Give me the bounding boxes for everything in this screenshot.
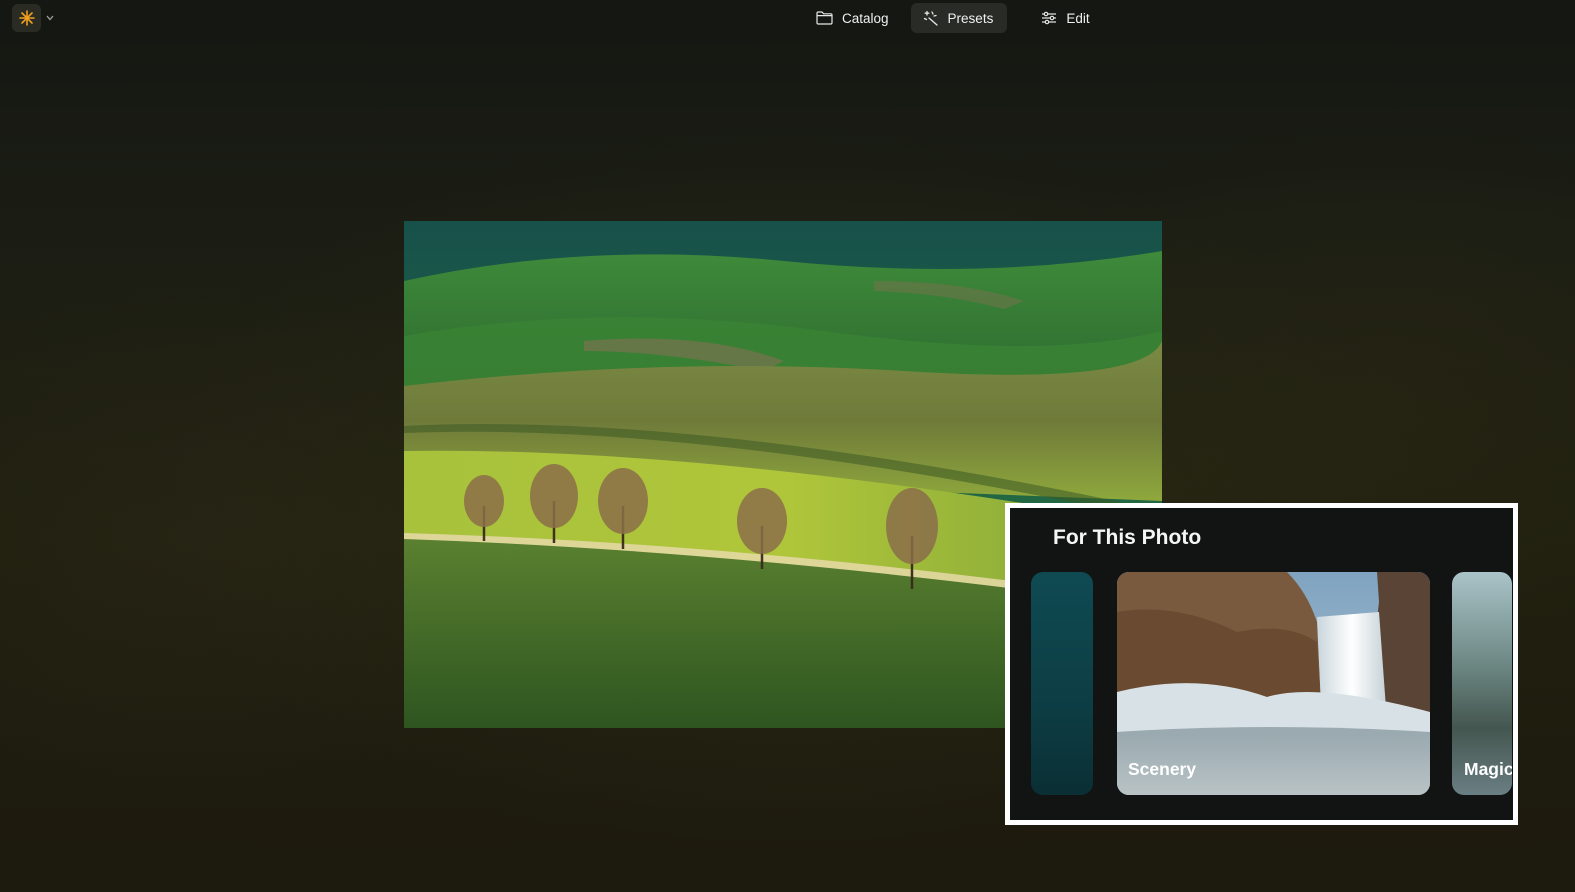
top-bar: Catalog Presets Edit xyxy=(0,0,1575,38)
tab-presets[interactable]: Presets xyxy=(910,3,1008,33)
app-menu-button[interactable] xyxy=(12,4,58,32)
tab-presets-label: Presets xyxy=(947,10,994,26)
tab-catalog-label: Catalog xyxy=(842,10,889,26)
tab-catalog[interactable]: Catalog xyxy=(804,3,903,33)
chevron-down-icon xyxy=(45,13,55,23)
preset-card-previous[interactable] xyxy=(1031,572,1093,795)
preset-card-scenery[interactable]: Scenery xyxy=(1117,572,1430,795)
tab-edit-label: Edit xyxy=(1066,10,1090,26)
preset-card-label: Scenery xyxy=(1128,759,1197,779)
preset-card-magic[interactable]: Magic xyxy=(1452,572,1512,795)
panel-title: For This Photo xyxy=(1053,526,1202,549)
main-nav: Catalog Presets Edit xyxy=(804,3,1104,33)
sliders-icon xyxy=(1041,11,1057,25)
tab-edit[interactable]: Edit xyxy=(1029,3,1103,33)
sparkle-icon xyxy=(12,4,41,32)
magic-wand-icon xyxy=(923,10,939,26)
preset-card-label: Magic xyxy=(1464,759,1512,779)
folder-icon xyxy=(816,11,833,25)
presets-panel: For This Photo Scenery Magic xyxy=(1005,503,1518,825)
